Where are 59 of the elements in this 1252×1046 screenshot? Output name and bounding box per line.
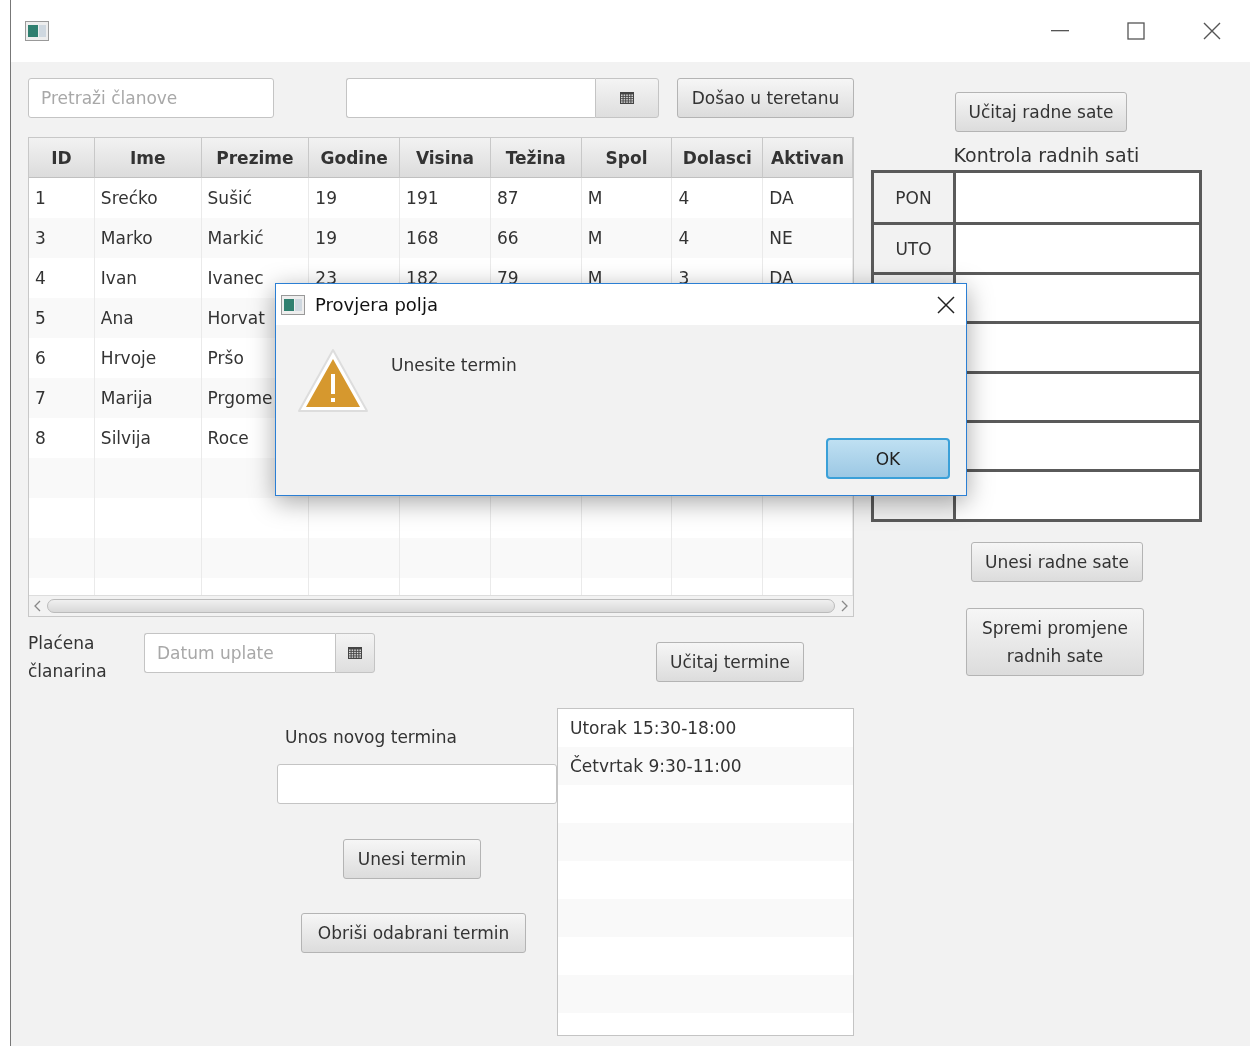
day-label: PON bbox=[895, 187, 932, 208]
app-icon bbox=[25, 21, 49, 41]
table-cell: NE bbox=[763, 218, 853, 258]
column-header[interactable]: Godine bbox=[309, 138, 401, 178]
dialog-message: Unesite termin bbox=[391, 355, 517, 377]
term-input-field[interactable] bbox=[277, 764, 557, 804]
table-cell: 3 bbox=[29, 218, 95, 258]
warning-icon bbox=[297, 347, 369, 415]
load-terms-button[interactable]: Učitaj termine bbox=[656, 642, 804, 682]
table-cell: Markić bbox=[201, 218, 310, 258]
column-header[interactable]: Visina bbox=[400, 138, 491, 178]
maximize-icon bbox=[1127, 22, 1145, 40]
delete-term-button[interactable]: Obriši odabrani termin bbox=[301, 913, 526, 953]
add-term-button[interactable]: Unesi termin bbox=[343, 839, 481, 879]
arrived-button[interactable]: Došao u teretanu bbox=[677, 78, 854, 118]
close-icon bbox=[1202, 21, 1222, 41]
column-header[interactable]: Prezime bbox=[201, 138, 310, 178]
paid-membership-label: Plaćena članarina bbox=[28, 632, 108, 683]
hours-cell[interactable] bbox=[956, 173, 1199, 223]
save-hours-button[interactable]: Spremi promjene radnih sate bbox=[966, 607, 1144, 676]
table-cell: 168 bbox=[400, 218, 491, 258]
column-header[interactable]: Aktivan bbox=[763, 138, 853, 178]
horizontal-scrollbar[interactable] bbox=[29, 595, 853, 616]
table-cell: Marija bbox=[94, 378, 202, 418]
table-cell: 7 bbox=[29, 378, 95, 418]
table-cell: Marko bbox=[94, 218, 202, 258]
column-header[interactable]: Ime bbox=[94, 138, 202, 178]
table-cell: Ana bbox=[94, 298, 202, 338]
calendar-icon bbox=[620, 92, 634, 104]
table-cell: 5 bbox=[29, 298, 95, 338]
close-icon bbox=[936, 294, 956, 315]
app-icon bbox=[281, 294, 305, 315]
load-hours-button[interactable]: Učitaj radne sate bbox=[955, 92, 1127, 132]
table-cell: 4 bbox=[672, 218, 764, 258]
term-item[interactable]: Utorak 15:30-18:00 bbox=[558, 709, 853, 747]
hours-cell[interactable] bbox=[956, 225, 1199, 272]
calendar-icon bbox=[348, 647, 362, 659]
scroll-right-icon[interactable] bbox=[839, 600, 849, 612]
calendar-button[interactable] bbox=[595, 78, 659, 118]
table-cell: 66 bbox=[490, 218, 582, 258]
hours-cell[interactable] bbox=[956, 274, 1199, 322]
ok-button[interactable]: OK bbox=[826, 438, 950, 479]
minimize-icon bbox=[1051, 30, 1069, 32]
column-header[interactable]: Težina bbox=[490, 138, 582, 178]
scroll-left-icon[interactable] bbox=[33, 600, 43, 612]
column-header[interactable]: Dolasci bbox=[672, 138, 764, 178]
date-field[interactable] bbox=[346, 78, 595, 118]
table-cell: M bbox=[581, 218, 673, 258]
table-cell: 19 bbox=[309, 218, 401, 258]
column-header[interactable]: ID bbox=[29, 138, 95, 178]
search-field[interactable]: Pretraži članove bbox=[28, 78, 274, 118]
hours-cell[interactable] bbox=[956, 472, 1199, 519]
hours-title: Kontrola radnih sati bbox=[952, 144, 1141, 166]
enter-hours-button[interactable]: Unesi radne sate bbox=[971, 541, 1143, 582]
payment-date-field[interactable]: Datum uplate bbox=[144, 633, 335, 673]
calendar-button[interactable] bbox=[335, 633, 375, 673]
day-label: UTO bbox=[895, 238, 932, 259]
new-term-label: Unos novog termina bbox=[285, 727, 458, 747]
column-header[interactable]: Spol bbox=[581, 138, 673, 178]
